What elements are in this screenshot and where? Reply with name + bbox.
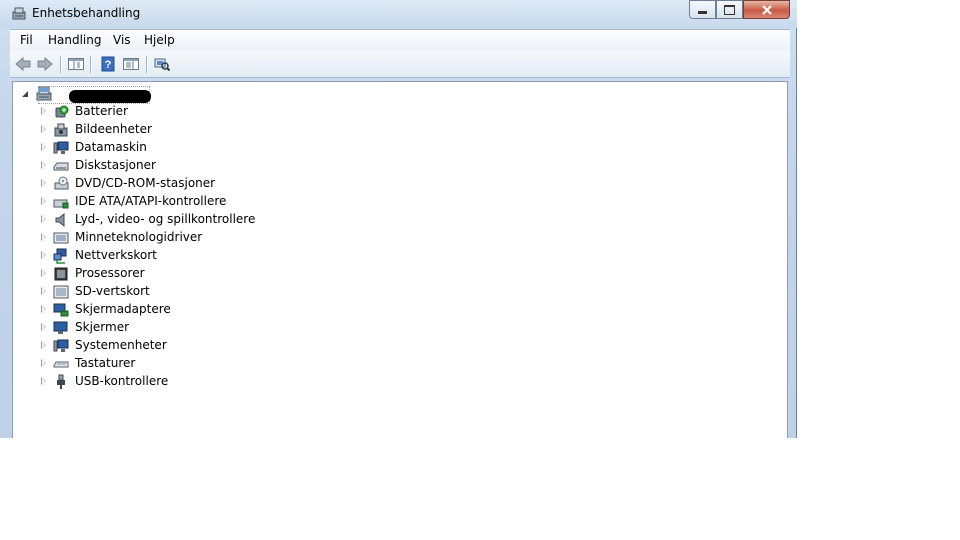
display-adapter-icon [53, 303, 69, 317]
close-button[interactable] [743, 0, 790, 19]
sd-host-adapter-icon [53, 285, 69, 299]
window-title: Enhetsbehandling [32, 6, 141, 20]
expand-arrow-icon[interactable] [41, 377, 46, 385]
show-hide-console-tree-icon [68, 58, 84, 70]
menu-handling[interactable]: Handling [48, 33, 102, 47]
minimize-button[interactable] [689, 0, 716, 19]
menu-hjelp[interactable]: Hjelp [144, 33, 175, 47]
menu-bar: Fil Handling Vis Hjelp [10, 29, 790, 51]
tree-item-label: Tastaturer [75, 356, 136, 370]
memory-technology-icon [53, 232, 69, 244]
tree-item-label: SD-vertskort [75, 284, 150, 298]
expand-arrow-icon[interactable] [41, 251, 46, 259]
menu-fil[interactable]: Fil [20, 33, 33, 47]
disk-drive-icon [53, 162, 69, 171]
expand-arrow-icon[interactable] [41, 233, 46, 241]
network-adapter-icon [53, 248, 67, 264]
tree-item-label: Nettverkskort [75, 248, 157, 262]
forward-button[interactable] [36, 55, 54, 73]
help-button[interactable]: ? [99, 55, 117, 73]
help-icon: ? [101, 56, 115, 72]
device-tree: Batterier Bildeenheter Datamaskin Diskstasj… [12, 81, 788, 438]
expand-arrow-icon[interactable] [41, 143, 46, 151]
minimize-icon [698, 10, 707, 14]
expand-arrow-icon[interactable] [41, 323, 46, 331]
tree-item-label: Skjermadaptere [75, 302, 171, 316]
tree-item-label: Systemenheter [75, 338, 167, 352]
device-manager-icon [12, 7, 26, 20]
usb-controller-icon [57, 374, 65, 389]
scan-hardware-changes-icon [154, 58, 171, 72]
dvd-drive-icon [54, 176, 69, 190]
svg-text:?: ? [105, 59, 112, 71]
menu-vis[interactable]: Vis [113, 33, 131, 47]
tree-item-label: Diskstasjoner [75, 158, 156, 172]
collapse-arrow-icon[interactable] [21, 90, 30, 99]
toolbar: ? [10, 51, 790, 78]
device-manager-window: Enhetsbehandling Fil Handling Vis Hjelp [0, 0, 797, 438]
scan-hardware-button[interactable] [153, 55, 171, 73]
tree-item-label: DVD/CD-ROM-stasjoner [75, 176, 216, 190]
expand-arrow-icon[interactable] [41, 197, 46, 205]
battery-icon [55, 105, 69, 118]
system-devices-icon [53, 339, 69, 352]
maximize-button[interactable] [716, 0, 743, 19]
speaker-icon [55, 212, 65, 228]
ide-controller-icon [53, 199, 69, 209]
back-arrow-icon [15, 56, 31, 72]
back-button[interactable] [14, 55, 32, 73]
tree-item-label: Skjermer [75, 320, 130, 334]
redacted-computer-name [69, 90, 151, 103]
toolbar-separator [60, 56, 62, 73]
toolbar-separator [90, 56, 92, 73]
expand-arrow-icon[interactable] [41, 341, 46, 349]
tree-item-label: Datamaskin [75, 140, 147, 154]
tree-item-label: Lyd-, video- og spillkontrollere [75, 212, 256, 226]
forward-arrow-icon [37, 56, 53, 72]
keyboard-icon [53, 361, 69, 368]
expand-arrow-icon[interactable] [41, 269, 46, 277]
processor-icon [54, 267, 68, 281]
expand-arrow-icon[interactable] [41, 215, 46, 223]
properties-button[interactable] [122, 55, 140, 73]
tree-item-label: Prosessorer [75, 266, 145, 280]
expand-arrow-icon[interactable] [41, 287, 46, 295]
expand-arrow-icon[interactable] [41, 359, 46, 367]
imaging-device-icon [54, 123, 68, 137]
close-icon [761, 4, 772, 15]
computer-monitor-icon [53, 141, 69, 154]
tree-item-label: Minneteknologidriver [75, 230, 203, 244]
expand-arrow-icon[interactable] [41, 161, 46, 169]
expand-arrow-icon[interactable] [41, 107, 46, 115]
tree-item-label: Bildeenheter [75, 122, 152, 136]
expand-arrow-icon[interactable] [41, 125, 46, 133]
tree-item-label: Batterier [75, 104, 128, 118]
monitor-icon [53, 321, 68, 334]
title-bar[interactable]: Enhetsbehandling [0, 0, 797, 28]
maximize-icon [724, 4, 735, 15]
toolbar-separator [146, 56, 148, 73]
expand-arrow-icon[interactable] [41, 179, 46, 187]
properties-pane-icon [123, 58, 139, 70]
show-hide-tree-button[interactable] [67, 55, 85, 73]
expand-arrow-icon[interactable] [41, 305, 46, 313]
tree-item-label: USB-kontrollere [75, 374, 169, 388]
tree-item-label: IDE ATA/ATAPI-kontrollere [75, 194, 227, 208]
